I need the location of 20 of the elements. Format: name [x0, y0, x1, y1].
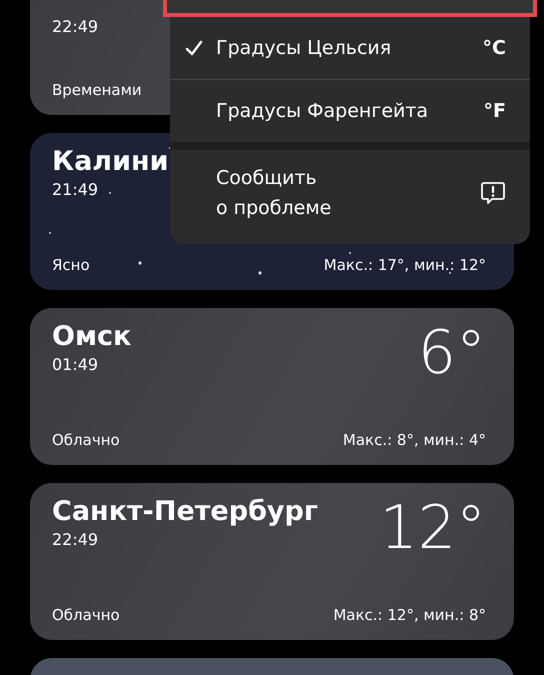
local-time: 22:49	[52, 16, 98, 38]
speech-bubble-exclamation-icon	[480, 180, 506, 206]
temperature-range: Макс.: 8°, мин.: 4°	[342, 431, 486, 449]
local-time: 22:49	[52, 529, 100, 551]
temperature-range: Макс.: 17°, мин.: 12°	[324, 256, 486, 274]
weather-condition: Облачно	[52, 606, 120, 624]
temperature: 12°	[380, 495, 486, 561]
city-card[interactable]: Омск 01:49 6° Облачно Макс.: 8°, мин.: 4°	[30, 308, 514, 465]
local-time: 21:49	[52, 179, 100, 201]
local-time: 01:49	[52, 354, 100, 376]
city-name: Санкт-Петербург	[52, 495, 318, 529]
weather-condition: Ясно	[52, 256, 90, 274]
temperature-range: Макс.: 12°, мин.: 8°	[333, 606, 486, 624]
city-card[interactable]: Санкт-Петербург 22:49 12° Облачно Макс.: 12°, мин.: 8°	[30, 483, 514, 640]
menu-item[interactable]: Градусы Цельсия °C	[170, 17, 530, 79]
city-name: Калини	[52, 145, 169, 179]
temperature: 6°	[418, 320, 486, 386]
city-name: Омск	[52, 320, 132, 354]
weather-condition: Временами	[52, 81, 142, 99]
weather-condition: Облачно	[52, 431, 120, 449]
